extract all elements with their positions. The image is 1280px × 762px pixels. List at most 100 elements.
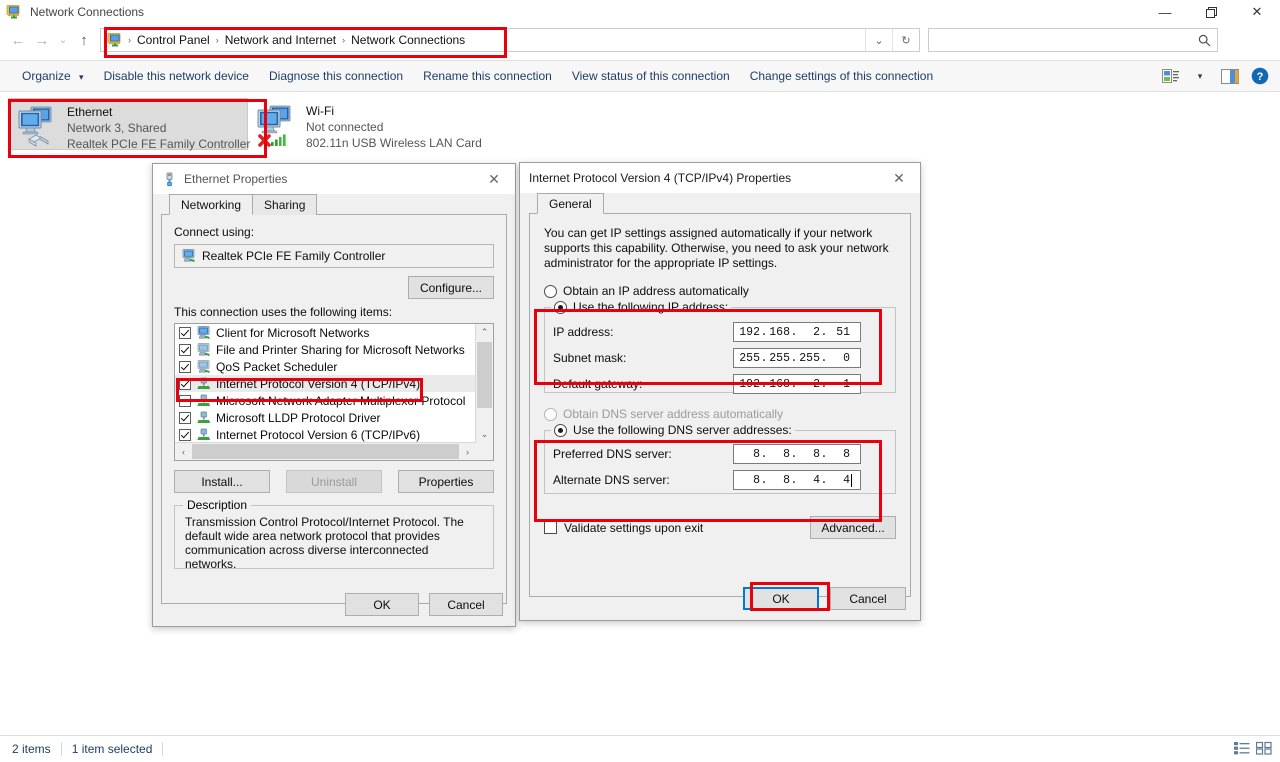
diagnose-connection-button[interactable]: Diagnose this connection	[259, 65, 413, 87]
scrollbar-thumb[interactable]	[477, 342, 492, 408]
configure-button[interactable]: Configure...	[408, 276, 494, 299]
list-item[interactable]: Internet Protocol Version 6 (TCP/IPv6)	[175, 426, 476, 443]
protocol-icon	[196, 411, 212, 425]
item-checkbox[interactable]	[179, 343, 191, 356]
disable-network-device-button[interactable]: Disable this network device	[94, 65, 259, 87]
svg-text:?: ?	[1257, 71, 1264, 83]
obtain-ip-label: Obtain an IP address automatically	[563, 284, 749, 298]
connection-adapter: Realtek PCIe FE Family Controller	[67, 137, 251, 151]
use-following-ip-radio[interactable]: Use the following IP address:	[554, 300, 728, 314]
use-ip-label: Use the following IP address:	[573, 300, 729, 314]
large-icons-view-icon[interactable]	[1255, 741, 1272, 758]
scrollbar-thumb[interactable]	[192, 444, 459, 459]
scroll-up-icon[interactable]: ⌃	[476, 324, 493, 341]
list-item[interactable]: File and Printer Sharing for Microsoft N…	[175, 341, 476, 358]
list-item-tcpipv4[interactable]: Internet Protocol Version 4 (TCP/IPv4)	[175, 375, 476, 392]
maximize-button[interactable]	[1188, 0, 1234, 24]
item-checkbox[interactable]	[179, 411, 191, 424]
validate-settings-checkbox[interactable]	[544, 521, 557, 534]
item-checkbox[interactable]	[179, 428, 191, 441]
connection-item-wifi[interactable]: Wi-Fi Not connected 802.11n USB Wireless…	[248, 98, 488, 150]
alternate-dns-input[interactable]: 8 . 8 . 4 . 4	[733, 470, 861, 490]
description-legend: Description	[183, 498, 252, 512]
connection-text-wifi: Wi-Fi Not connected 802.11n USB Wireless…	[306, 102, 482, 151]
chevron-down-icon[interactable]: ▾	[1186, 64, 1214, 88]
search-input[interactable]	[928, 28, 1218, 52]
protocol-icon	[196, 394, 212, 408]
view-status-button[interactable]: View status of this connection	[562, 65, 740, 87]
back-button[interactable]: ←	[6, 27, 30, 53]
alternate-dns-octet-4: 4	[843, 473, 850, 487]
octet-separator: .	[760, 473, 768, 487]
scroll-left-icon[interactable]: ‹	[175, 443, 192, 460]
cancel-button[interactable]: Cancel	[830, 587, 906, 610]
forward-button[interactable]: →	[30, 27, 54, 53]
list-item[interactable]: Microsoft LLDP Protocol Driver	[175, 409, 476, 426]
properties-button[interactable]: Properties	[398, 470, 494, 493]
breadcrumb-item-network-connections[interactable]: Network Connections	[346, 29, 470, 51]
octet-separator: .	[760, 447, 768, 461]
scroll-down-icon[interactable]: ⌄	[476, 426, 493, 443]
octet-separator: .	[790, 377, 798, 391]
list-item[interactable]: Client for Microsoft Networks	[175, 324, 476, 341]
breadcrumb-item-network-and-internet[interactable]: Network and Internet	[220, 29, 341, 51]
list-item[interactable]: QoS Packet Scheduler	[175, 358, 476, 375]
items-list-label: This connection uses the following items…	[174, 305, 393, 319]
preview-pane-icon[interactable]	[1216, 64, 1244, 88]
list-item[interactable]: Microsoft Network Adapter Multiplexor Pr…	[175, 392, 476, 409]
tcpipv4-tabs: General	[529, 193, 911, 214]
vertical-scrollbar[interactable]: ⌃ ⌄	[475, 324, 493, 443]
breadcrumb-item-control-panel[interactable]: Control Panel	[132, 29, 215, 51]
horizontal-scrollbar[interactable]: ‹ ›	[175, 442, 476, 460]
search-icon	[1198, 34, 1211, 46]
details-view-icon[interactable]	[1234, 741, 1250, 758]
recent-locations-button[interactable]: ⌄	[54, 27, 72, 53]
connection-item-ethernet[interactable]: Ethernet Network 3, Shared Realtek PCIe …	[8, 98, 251, 151]
ip-address-input[interactable]: 192 . 168 . 2 . 51	[733, 322, 861, 342]
tab-sharing[interactable]: Sharing	[252, 194, 318, 215]
connection-name: Ethernet	[67, 105, 113, 119]
breadcrumb[interactable]: › Control Panel › Network and Internet ›…	[100, 28, 920, 52]
use-following-dns-radio[interactable]: Use the following DNS server addresses:	[554, 423, 792, 437]
item-label: Microsoft Network Adapter Multiplexor Pr…	[216, 393, 466, 408]
item-checkbox[interactable]	[179, 377, 191, 390]
protocol-icon	[196, 428, 212, 442]
close-icon[interactable]: ✕	[473, 164, 515, 194]
item-label: Internet Protocol Version 4 (TCP/IPv4)	[216, 376, 421, 391]
radio-indicator	[554, 300, 567, 314]
tab-networking[interactable]: Networking	[169, 194, 254, 215]
network-items-list[interactable]: Client for Microsoft Networks File and P…	[174, 323, 494, 461]
install-button[interactable]: Install...	[174, 470, 270, 493]
scroll-right-icon[interactable]: ›	[459, 443, 476, 460]
view-details-icon[interactable]	[1156, 64, 1184, 88]
help-icon[interactable]: ?	[1246, 64, 1274, 88]
close-icon[interactable]: ✕	[878, 163, 920, 193]
ok-button[interactable]: OK	[345, 593, 419, 616]
chevron-down-icon[interactable]: ⌄	[865, 29, 892, 51]
close-button[interactable]: ✕	[1234, 0, 1280, 24]
octet-separator: .	[760, 351, 768, 365]
wifi-adapter-icon	[254, 102, 302, 148]
tab-general[interactable]: General	[537, 193, 604, 214]
preferred-dns-input[interactable]: 8 . 8 . 8 . 8	[733, 444, 861, 464]
rename-connection-button[interactable]: Rename this connection	[413, 65, 562, 87]
organize-button[interactable]: Organize ▾	[12, 65, 94, 87]
connection-status: Network 3, Shared	[67, 121, 167, 135]
item-label: Microsoft LLDP Protocol Driver	[216, 410, 381, 425]
default-gateway-input[interactable]: 192 . 168 . 2 . 1	[733, 374, 861, 394]
item-checkbox[interactable]	[179, 326, 191, 339]
octet-separator: .	[820, 351, 828, 365]
subnet-mask-input[interactable]: 255 . 255 . 255 . 0	[733, 348, 861, 368]
refresh-icon[interactable]: ↻	[892, 29, 919, 51]
up-button[interactable]: ↑	[72, 27, 96, 53]
cancel-button[interactable]: Cancel	[429, 593, 503, 616]
change-settings-button[interactable]: Change settings of this connection	[740, 65, 943, 87]
minimize-button[interactable]: —	[1142, 0, 1188, 24]
advanced-button[interactable]: Advanced...	[810, 516, 896, 539]
item-checkbox[interactable]	[179, 394, 191, 407]
obtain-ip-automatically-radio[interactable]: Obtain an IP address automatically	[544, 284, 896, 298]
chevron-down-icon: ▾	[79, 72, 84, 82]
scrollbar-corner	[476, 443, 493, 460]
ok-button[interactable]: OK	[743, 587, 819, 610]
item-checkbox[interactable]	[179, 360, 191, 373]
